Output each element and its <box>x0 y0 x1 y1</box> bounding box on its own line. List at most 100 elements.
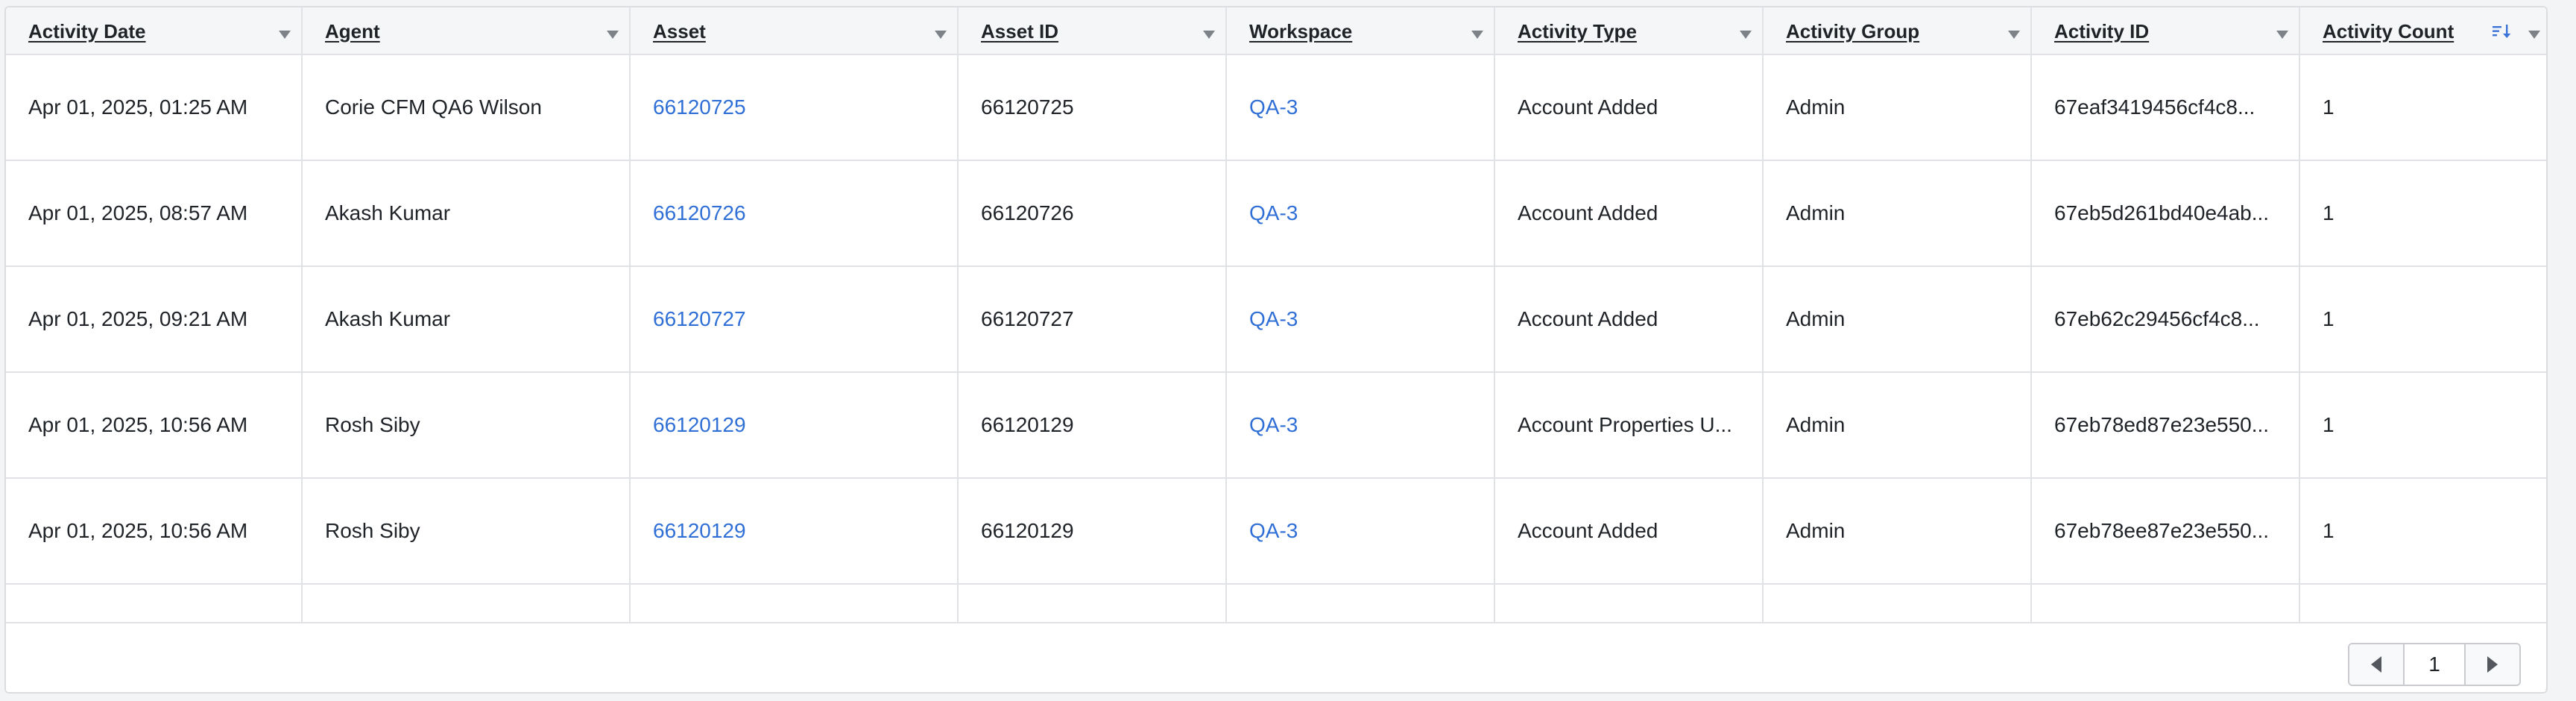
cell-activity-group: Admin <box>1764 161 2032 265</box>
caret-down-icon[interactable] <box>2528 31 2540 39</box>
cell-asset-id: 66120129 <box>959 373 1227 477</box>
asset-id-value: 66120725 <box>981 95 1074 119</box>
cell-asset[interactable]: 66120129 <box>631 585 959 622</box>
workspace-link[interactable]: QA-3 <box>1249 95 1298 119</box>
asset-link[interactable]: 66120726 <box>653 201 746 225</box>
workspace-link[interactable]: QA-3 <box>1249 307 1298 331</box>
column-label[interactable]: Asset <box>653 20 706 43</box>
column-header-workspace[interactable]: Workspace <box>1227 7 1495 55</box>
column-header-activity-type[interactable]: Activity Type <box>1495 7 1764 55</box>
resize-handle-icon[interactable] <box>2543 680 2548 691</box>
column-header-asset[interactable]: Asset <box>631 7 959 55</box>
cell-workspace[interactable]: QA-3 <box>1227 373 1495 477</box>
cell-agent: Akash Kumar <box>303 267 631 371</box>
caret-down-icon[interactable] <box>2276 31 2288 39</box>
column-label[interactable]: Agent <box>325 20 380 43</box>
table-header: Activity Date Agent Asset Asset ID Works… <box>6 7 2546 55</box>
table-footer: 1 <box>6 622 2548 692</box>
table-row[interactable]: Apr 01, 2025, 10:56 AM Rosh Siby 66120129 6… <box>6 373 2546 479</box>
table-row[interactable]: Apr 01, 2025, 11:07 AMRosh Siby661201296… <box>6 585 2546 622</box>
cell-activity-type: Account Properties U... <box>1495 585 1764 622</box>
asset-link[interactable]: 66120129 <box>653 413 746 437</box>
asset-link[interactable]: 66120129 <box>653 519 746 543</box>
cell-activity-date: Apr 01, 2025, 10:56 AM <box>6 373 303 477</box>
cell-asset[interactable]: 66120726 <box>631 161 959 265</box>
activity-type-value: Account Added <box>1518 307 1658 330</box>
activity-group-value: Admin <box>1786 95 1846 119</box>
cell-workspace[interactable]: QA-3 <box>1227 479 1495 583</box>
activity-id-value: 67eb78ed87e23e550... <box>2054 413 2270 436</box>
activity-date-value: Apr 01, 2025, 01:25 AM <box>28 95 248 119</box>
cell-activity-group: Admin <box>1764 55 2032 160</box>
table-row[interactable]: Apr 01, 2025, 09:21 AM Akash Kumar 6612072… <box>6 267 2546 373</box>
cell-activity-id: 67eb7b... <box>2032 585 2300 622</box>
cell-asset[interactable]: 66120129 <box>631 479 959 583</box>
caret-down-icon[interactable] <box>2008 31 2020 39</box>
cell-asset[interactable]: 66120727 <box>631 267 959 371</box>
activity-id-value: 67eaf3419456cf4c8... <box>2054 95 2255 119</box>
caret-down-icon[interactable] <box>1203 31 1215 39</box>
column-header-activity-date[interactable]: Activity Date <box>6 7 303 55</box>
column-header-asset-id[interactable]: Asset ID <box>959 7 1227 55</box>
cell-activity-date: Apr 01, 2025, 09:21 AM <box>6 267 303 371</box>
column-label[interactable]: Activity Type <box>1518 20 1637 43</box>
asset-id-value: 66120727 <box>981 307 1074 330</box>
asset-link[interactable]: 66120727 <box>653 307 746 331</box>
caret-down-icon[interactable] <box>1740 31 1752 39</box>
activity-count-value: 1 <box>2323 413 2334 436</box>
asset-id-value: 66120129 <box>981 413 1074 436</box>
cell-agent: Rosh Siby <box>303 479 631 583</box>
activity-type-value: Account Properties U... <box>1518 413 1732 436</box>
caret-right-icon[interactable] <box>2487 656 2498 673</box>
cell-activity-count: 1 <box>2300 479 2546 583</box>
column-label[interactable]: Activity Group <box>1786 20 1919 43</box>
activity-group-value: Admin <box>1786 307 1846 330</box>
caret-down-icon[interactable] <box>279 31 291 39</box>
table-row[interactable]: Apr 01, 2025, 10:56 AM Rosh Siby 66120129 6… <box>6 479 2546 585</box>
column-label[interactable]: Activity Count <box>2323 20 2454 43</box>
activity-count-value: 1 <box>2323 519 2334 542</box>
activity-date-value: Apr 01, 2025, 09:21 AM <box>28 307 248 330</box>
current-page-number: 1 <box>2405 644 2464 685</box>
cell-activity-count: 1 <box>2300 373 2546 477</box>
activity-type-value: Account Added <box>1518 201 1658 224</box>
agent-value: Rosh Siby <box>325 413 420 436</box>
app-frame: Activity Date Agent Asset Asset ID Works… <box>0 0 2576 701</box>
cell-activity-type: Account Added <box>1495 479 1764 583</box>
cell-activity-group: Admin <box>1764 267 2032 371</box>
workspace-link[interactable]: QA-3 <box>1249 519 1298 543</box>
column-label[interactable]: Activity ID <box>2054 20 2149 43</box>
caret-left-icon[interactable] <box>2371 656 2381 673</box>
cell-activity-date: Apr 01, 2025, 10:56 AM <box>6 479 303 583</box>
cell-asset-id: 66120726 <box>959 161 1227 265</box>
cell-workspace[interactable]: QA-3 <box>1227 267 1495 371</box>
column-label[interactable]: Asset ID <box>981 20 1058 43</box>
column-header-activity-group[interactable]: Activity Group <box>1764 7 2032 55</box>
sort-descending-icon[interactable] <box>2491 22 2512 40</box>
caret-down-icon[interactable] <box>935 31 947 39</box>
table-row[interactable]: Apr 01, 2025, 08:57 AM Akash Kumar 6612072… <box>6 161 2546 267</box>
next-page-button[interactable] <box>2464 644 2519 685</box>
column-header-agent[interactable]: Agent <box>303 7 631 55</box>
cell-workspace[interactable]: QA-3 <box>1227 55 1495 160</box>
cell-workspace[interactable]: QA-3 <box>1227 161 1495 265</box>
caret-down-icon[interactable] <box>1471 31 1483 39</box>
column-label[interactable]: Activity Date <box>28 20 146 43</box>
column-header-activity-count[interactable]: Activity Count <box>2300 7 2546 55</box>
workspace-link[interactable]: QA-3 <box>1249 413 1298 437</box>
cell-asset-id: 66120725 <box>959 55 1227 160</box>
asset-link[interactable]: 66120725 <box>653 95 746 119</box>
pagination: 1 <box>2348 643 2521 686</box>
cell-asset-id: 66120129 <box>959 585 1227 622</box>
column-label[interactable]: Workspace <box>1249 20 1352 43</box>
previous-page-button[interactable] <box>2349 644 2405 685</box>
cell-workspace[interactable]: QA-3 <box>1227 585 1495 622</box>
table-row[interactable]: Apr 01, 2025, 01:25 AM Corie CFM QA6 Wils… <box>6 55 2546 161</box>
cell-asset[interactable]: 66120129 <box>631 373 959 477</box>
workspace-link[interactable]: QA-3 <box>1249 201 1298 225</box>
cell-asset[interactable]: 66120725 <box>631 55 959 160</box>
activity-id-value: 67eb5d261bd40e4ab... <box>2054 201 2270 224</box>
caret-down-icon[interactable] <box>607 31 619 39</box>
column-header-activity-id[interactable]: Activity ID <box>2032 7 2300 55</box>
activity-type-value: Account Added <box>1518 519 1658 542</box>
